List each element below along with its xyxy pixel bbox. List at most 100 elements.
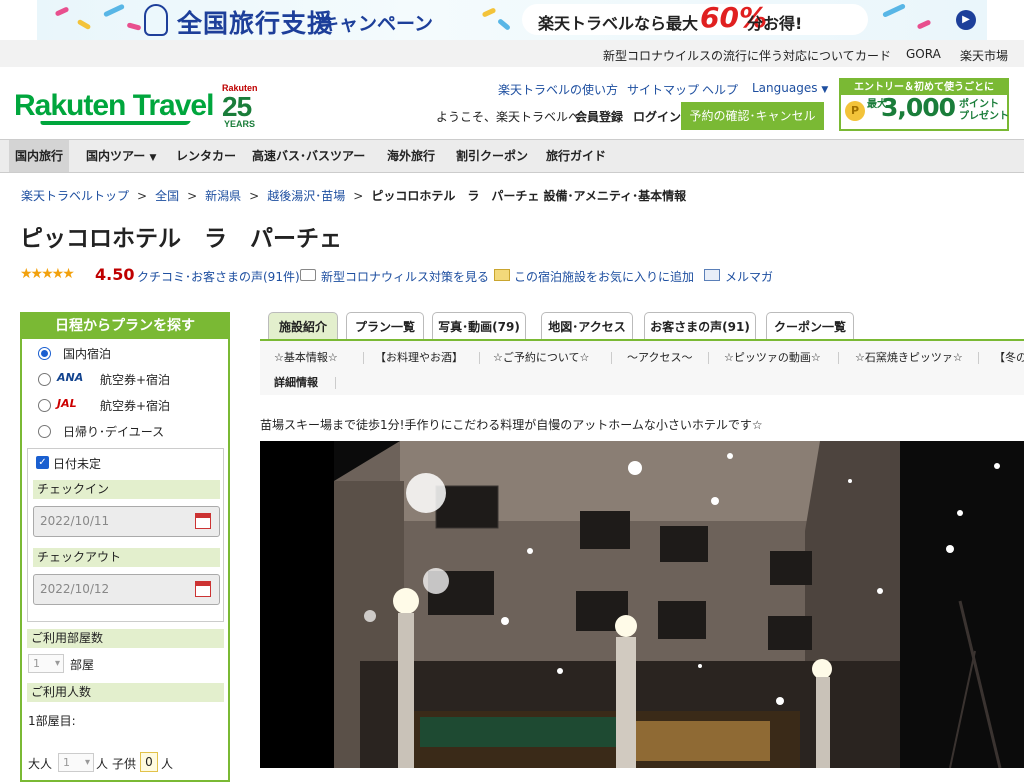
subnav-winter[interactable]: 【冬の bbox=[994, 349, 1024, 365]
star-rating-icon: ★★★★★ bbox=[20, 266, 75, 282]
calendar-icon[interactable] bbox=[195, 581, 211, 597]
tab-reviews[interactable]: お客さまの声(91) bbox=[644, 312, 756, 340]
covid-notice-link[interactable]: 新型コロナウイルスの流行に伴う対応について bbox=[603, 47, 855, 64]
tab-map-access[interactable]: 地図･アクセス bbox=[541, 312, 633, 340]
undecided-checkbox[interactable]: ✓ bbox=[36, 456, 49, 469]
promo-points: ポイント プレゼント bbox=[959, 99, 1009, 122]
rooms-select[interactable]: 1 bbox=[28, 654, 64, 673]
subnav-divider bbox=[838, 352, 839, 364]
campaign-subtitle: キャンペーン bbox=[320, 13, 434, 35]
child-unit: 人 bbox=[161, 757, 174, 771]
checkout-date-input[interactable]: 2022/10/12 bbox=[33, 574, 220, 605]
reservation-check-button[interactable]: 予約の確認･キャンセル bbox=[681, 102, 824, 130]
help-link[interactable]: ヘルプ bbox=[702, 81, 738, 98]
checkin-value: 2022/10/11 bbox=[40, 514, 110, 528]
review-link[interactable]: クチコミ･お客さまの声(91件) bbox=[137, 268, 300, 285]
breadcrumb-top[interactable]: 楽天トラベルトップ bbox=[21, 189, 129, 203]
nav-rentacar[interactable]: レンタカー bbox=[170, 140, 242, 172]
rooms-unit: 部屋 bbox=[70, 658, 95, 672]
date-box: ✓ 日付未定 チェックイン 2022/10/11 チェックアウト 2022/10… bbox=[27, 448, 224, 622]
facility-tabs: 施設紹介 プラン一覧 写真･動画(79) 地図･アクセス お客さまの声(91) … bbox=[268, 312, 1024, 340]
radio-jal-package[interactable] bbox=[38, 399, 51, 412]
rakuten-travel-logo[interactable]: Rakuten Travel bbox=[14, 89, 214, 123]
nav-domestic-tour[interactable]: 国内ツアー ▼ bbox=[80, 140, 162, 172]
nav-domestic[interactable]: 国内旅行 bbox=[9, 140, 70, 172]
nav-guide[interactable]: 旅行ガイド bbox=[540, 140, 612, 172]
guests-label: ご利用人数 bbox=[27, 683, 224, 702]
covid-measures-link[interactable]: 新型コロナウィルス対策を見る bbox=[321, 268, 489, 285]
arrow-right-icon[interactable]: ▶ bbox=[956, 10, 976, 30]
subnav-food[interactable]: 【お料理やお酒】 bbox=[375, 349, 463, 365]
adult-unit: 人 bbox=[96, 757, 109, 771]
tab-plan-list[interactable]: プラン一覧 bbox=[346, 312, 424, 340]
sitemap-link[interactable]: サイトマップ bbox=[627, 81, 699, 98]
subnav-divider bbox=[978, 352, 979, 364]
radio-domestic-stay[interactable] bbox=[38, 347, 51, 360]
nav-overseas[interactable]: 海外旅行 bbox=[381, 140, 441, 172]
calendar-icon[interactable] bbox=[195, 513, 211, 529]
subnav-divider bbox=[611, 352, 612, 364]
breadcrumb-yuzawa[interactable]: 越後湯沢･苗場 bbox=[267, 189, 345, 203]
ichiba-link[interactable]: 楽天市場 bbox=[960, 47, 1008, 64]
date-search-panel: 日程からプランを探す 国内宿泊 ANA 航空券+宿泊 JAL 航空券+宿泊 日帰… bbox=[20, 312, 230, 782]
adult-select[interactable]: 1 bbox=[58, 753, 94, 772]
subnav-basic-info[interactable]: ☆基本情報☆ bbox=[274, 349, 338, 365]
confetti-decoration bbox=[497, 18, 511, 31]
main-nav: 国内旅行 国内ツアー ▼ レンタカー 高速バス･バスツアー 海外旅行 割引クーポ… bbox=[0, 139, 1024, 173]
promo-value: 3,000 bbox=[881, 93, 956, 122]
room1-label: 1部屋目: bbox=[28, 714, 76, 728]
section-subnav: ☆基本情報☆ 【お料理やお酒】 ☆ご予約について☆ ～アクセス～ ☆ピッツァの動… bbox=[260, 341, 1024, 395]
tab-coupons[interactable]: クーポン一覧 bbox=[766, 312, 854, 340]
breadcrumb-all[interactable]: 全国 bbox=[155, 189, 179, 203]
rating-score: 4.50 bbox=[95, 265, 135, 284]
hotel-photo[interactable] bbox=[260, 441, 1024, 768]
subnav-divider bbox=[479, 352, 480, 364]
card-link[interactable]: カード bbox=[855, 47, 891, 64]
radio-ana-package[interactable] bbox=[38, 373, 51, 386]
breadcrumb-separator: > bbox=[353, 189, 364, 203]
confetti-decoration bbox=[76, 18, 92, 31]
breadcrumb-current: ピッコロホテル ラ パーチェ 設備･アメニティ･基本情報 bbox=[371, 189, 687, 203]
languages-dropdown[interactable]: Languages ▼ bbox=[752, 81, 828, 95]
checkin-label: チェックイン bbox=[33, 480, 220, 499]
subnav-pizza[interactable]: ☆石窯焼きピッツァ☆ bbox=[855, 349, 963, 365]
radio-dayuse[interactable] bbox=[38, 425, 51, 438]
campaign-banner[interactable]: 全国旅行支援 キャンペーン 楽天トラベルなら最大 60% 分お得! ▶ bbox=[0, 0, 1024, 40]
mailmag-link[interactable]: メルマガ bbox=[725, 268, 773, 285]
confetti-decoration bbox=[102, 3, 126, 18]
howto-link[interactable]: 楽天トラベルの使い方 bbox=[498, 81, 618, 98]
breadcrumb-separator: > bbox=[249, 189, 260, 203]
campaign-banner-image[interactable]: 全国旅行支援 キャンペーン 楽天トラベルなら最大 60% 分お得! ▶ bbox=[37, 0, 987, 40]
bag-icon bbox=[144, 4, 168, 36]
checkin-date-input[interactable]: 2022/10/11 bbox=[33, 506, 220, 537]
tab-photos-videos[interactable]: 写真･動画(79) bbox=[432, 312, 526, 340]
campaign-offer: 楽天トラベルなら最大 60% 分お得! bbox=[522, 1, 868, 35]
tab-facility-intro[interactable]: 施設紹介 bbox=[268, 312, 338, 340]
hotel-exterior-image bbox=[260, 441, 1002, 768]
caret-down-icon: ▼ bbox=[821, 85, 829, 95]
subnav-reservation[interactable]: ☆ご予約について☆ bbox=[493, 349, 589, 365]
child-input[interactable]: 0 bbox=[140, 752, 158, 772]
anniv-years: YEARS bbox=[224, 119, 256, 129]
subnav-divider bbox=[335, 377, 336, 389]
rooms-label: ご利用部屋数 bbox=[27, 629, 224, 648]
offer-text: 楽天トラベルなら最大 bbox=[538, 14, 699, 33]
languages-label: Languages bbox=[752, 81, 818, 95]
subnav-access[interactable]: ～アクセス～ bbox=[627, 349, 692, 365]
logo-swoosh bbox=[39, 121, 191, 125]
point-promo-banner[interactable]: エントリー＆初めて使うごとに P 最大 3,000 ポイント プレゼント bbox=[839, 78, 1009, 131]
child-label: 子供 bbox=[112, 757, 137, 771]
subnav-pizza-video[interactable]: ☆ピッツァの動画☆ bbox=[724, 349, 821, 365]
breadcrumb-niigata[interactable]: 新潟県 bbox=[205, 189, 241, 203]
subnav-divider bbox=[363, 352, 364, 364]
nav-coupon[interactable]: 割引クーポン bbox=[450, 140, 534, 172]
anniversary-logo: Rakuten 25 YEARS bbox=[222, 83, 262, 129]
jal-logo: JAL bbox=[57, 397, 77, 410]
add-favorite-link[interactable]: この宿泊施設をお気に入りに追加 bbox=[514, 268, 694, 285]
nav-bus[interactable]: 高速バス･バスツアー bbox=[246, 140, 371, 172]
register-link[interactable]: 会員登録 bbox=[575, 108, 623, 125]
gora-link[interactable]: GORA bbox=[906, 47, 941, 61]
subnav-details[interactable]: 詳細情報 bbox=[274, 374, 318, 390]
checkout-value: 2022/10/12 bbox=[40, 582, 110, 596]
login-link[interactable]: ログイン bbox=[633, 108, 681, 125]
